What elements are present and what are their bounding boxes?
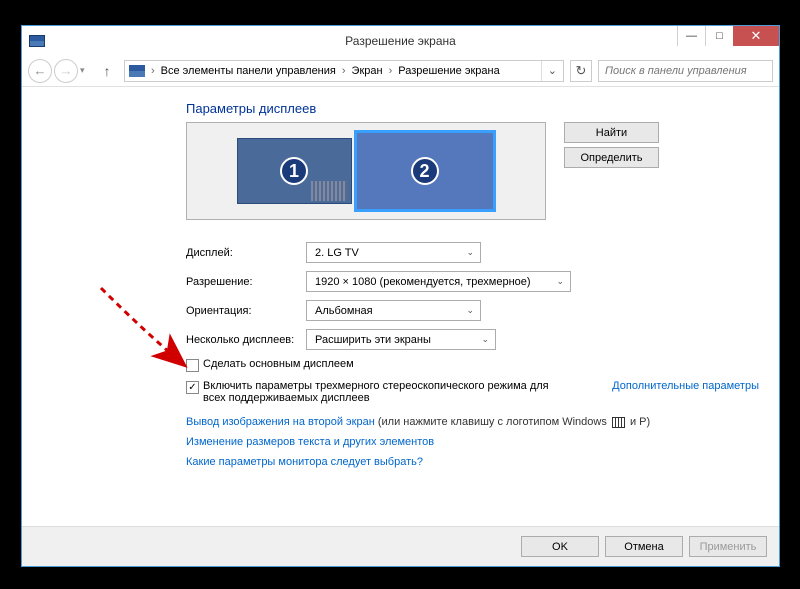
toolbar: ← → ▾ ↑ › Все элементы панели управления… [22, 55, 779, 87]
breadcrumb-sep: › [149, 65, 157, 77]
monitor-params-link[interactable]: Какие параметры монитора следует выбрать… [186, 456, 769, 468]
cancel-button[interactable]: Отмена [605, 536, 683, 557]
orientation-select[interactable]: Альбомная ⌄ [306, 300, 481, 321]
text-size-link[interactable]: Изменение размеров текста и других элеме… [186, 436, 769, 448]
monitor-preview[interactable]: 1 2 [186, 122, 546, 220]
history-dropdown[interactable]: ▾ [80, 65, 94, 76]
chevron-down-icon: ⌄ [466, 305, 474, 316]
location-icon [129, 65, 145, 77]
make-primary-checkbox[interactable] [186, 359, 199, 372]
breadcrumb-sep: › [340, 65, 348, 77]
stereo-checkbox[interactable]: ✓ [186, 381, 199, 394]
select-value: Расширить эти экраны [315, 334, 431, 346]
monitor-2[interactable]: 2 [354, 130, 496, 212]
select-value: 1920 × 1080 (рекомендуется, трехмерное) [315, 276, 531, 288]
titlebar: Разрешение экрана — □ ✕ [22, 26, 779, 55]
back-button[interactable]: ← [28, 59, 52, 83]
breadcrumb-item[interactable]: Экран [348, 65, 387, 77]
find-button[interactable]: Найти [564, 122, 659, 143]
window-icon [29, 35, 45, 47]
multiple-displays-select[interactable]: Расширить эти экраны ⌄ [306, 329, 496, 350]
stereo-label: Включить параметры трехмерного стереоско… [203, 380, 563, 404]
select-value: Альбомная [315, 305, 373, 317]
apply-button[interactable]: Применить [689, 536, 767, 557]
breadcrumb-dropdown[interactable]: ⌄ [541, 61, 563, 81]
resolution-select[interactable]: 1920 × 1080 (рекомендуется, трехмерное) … [306, 271, 571, 292]
second-screen-link[interactable]: Вывод изображения на второй экран (или н… [186, 416, 769, 428]
select-value: 2. LG TV [315, 247, 359, 259]
breadcrumb[interactable]: › Все элементы панели управления › Экран… [124, 60, 564, 82]
monitor-number: 1 [280, 157, 308, 185]
make-primary-label: Сделать основным дисплеем [203, 358, 354, 370]
display-select[interactable]: 2. LG TV ⌄ [306, 242, 481, 263]
multiple-displays-label: Несколько дисплеев: [186, 334, 306, 346]
chevron-down-icon: ⌄ [466, 247, 474, 258]
minimize-button[interactable]: — [677, 26, 705, 46]
dialog-footer: OK Отмена Применить [22, 526, 779, 566]
forward-button[interactable]: → [54, 59, 78, 83]
display-label: Дисплей: [186, 247, 306, 259]
maximize-button[interactable]: □ [705, 26, 733, 46]
windows-key-icon [612, 417, 625, 428]
detect-button[interactable]: Определить [564, 147, 659, 168]
page-title: Параметры дисплеев [186, 101, 769, 116]
chevron-down-icon: ⌄ [556, 276, 564, 287]
breadcrumb-sep: › [387, 65, 395, 77]
close-button[interactable]: ✕ [733, 26, 779, 46]
ok-button[interactable]: OK [521, 536, 599, 557]
chevron-down-icon: ⌄ [481, 334, 489, 345]
up-button[interactable]: ↑ [96, 60, 118, 82]
window-title: Разрешение экрана [345, 34, 456, 48]
orientation-label: Ориентация: [186, 305, 306, 317]
breadcrumb-item[interactable]: Все элементы панели управления [157, 65, 340, 77]
additional-params-link[interactable]: Дополнительные параметры [612, 380, 759, 392]
monitor-1[interactable]: 1 [237, 138, 352, 204]
resolution-label: Разрешение: [186, 276, 306, 288]
search-field[interactable] [599, 65, 772, 77]
breadcrumb-item[interactable]: Разрешение экрана [394, 65, 503, 77]
refresh-button[interactable]: ↻ [570, 60, 592, 82]
search-input[interactable] [598, 60, 773, 82]
monitor-number: 2 [411, 157, 439, 185]
